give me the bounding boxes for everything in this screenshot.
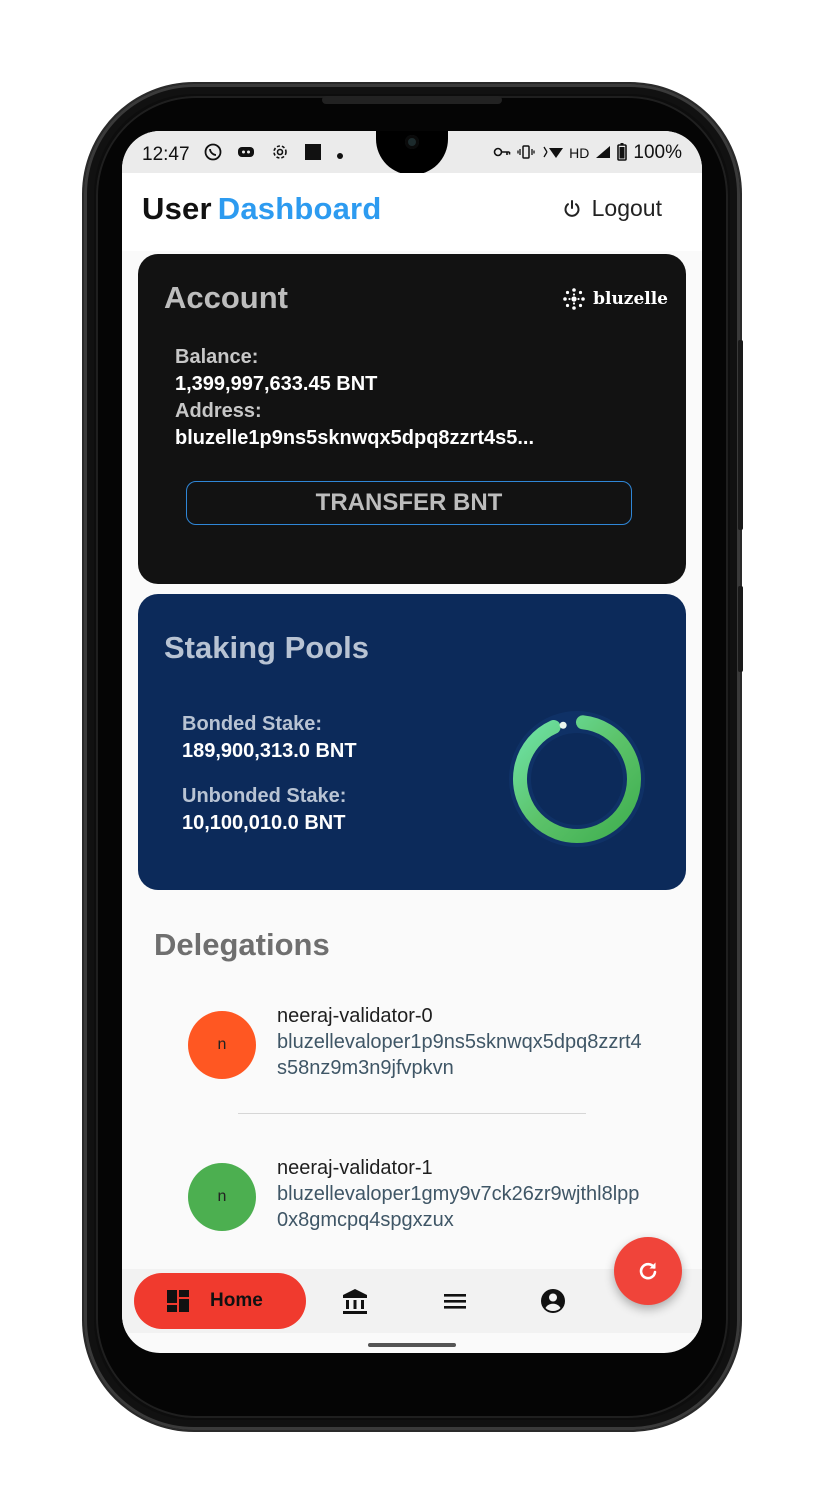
bank-icon[interactable] — [341, 1287, 369, 1315]
validator-name: neeraj-validator-0 — [277, 1005, 433, 1027]
network-type: HD — [569, 145, 590, 161]
bonded-stake-value: 189,900,313.0 BNT — [182, 740, 357, 762]
dashboard-icon — [167, 1290, 189, 1312]
menu-icon[interactable] — [441, 1287, 469, 1315]
list-divider — [238, 1113, 586, 1114]
balance-label: Balance: — [175, 346, 259, 368]
front-camera — [405, 135, 419, 149]
transfer-bnt-button[interactable]: TRANSFER BNT — [186, 481, 632, 525]
page-title-user: User — [142, 191, 212, 226]
account-circle-icon[interactable] — [539, 1287, 567, 1315]
signal-icon — [595, 145, 611, 162]
logout-label: Logout — [591, 195, 662, 221]
staking-title: Staking Pools — [164, 630, 369, 665]
logout-button[interactable]: Logout — [562, 195, 662, 222]
address-value: bluzelle1p9ns5sknwqx5dpq8zzrt4s5... — [175, 427, 535, 449]
staking-pools-card: Staking Pools Bonded Stake: 189,900,313.… — [138, 594, 686, 890]
dot-icon — [336, 144, 344, 166]
battery-percent: 100% — [633, 142, 682, 163]
settings-icon — [270, 142, 290, 168]
refresh-button[interactable] — [614, 1237, 682, 1305]
bluzelle-logo-icon — [563, 288, 585, 310]
page-title-dashboard: Dashboard — [217, 191, 382, 226]
stake-ring-chart — [509, 711, 645, 847]
account-details: Balance: 1,399,997,633.45 BNT Address: b… — [175, 344, 534, 452]
validator-name: neeraj-validator-1 — [277, 1157, 433, 1179]
address-label: Address: — [175, 400, 262, 422]
unbonded-marker — [559, 721, 567, 729]
home-indicator — [368, 1343, 456, 1347]
validator-address: bluzellevaloper1gmy9v7ck26zr9wjthl8lpp0x… — [277, 1183, 640, 1231]
unbonded-stake-label: Unbonded Stake: — [182, 785, 347, 807]
account-title: Account — [164, 280, 288, 315]
bonded-stake-label: Bonded Stake: — [182, 713, 323, 735]
battery-icon — [617, 142, 628, 164]
whatsapp-icon — [204, 143, 222, 167]
refresh-icon — [639, 1262, 657, 1280]
balance-value: 1,399,997,633.45 BNT — [175, 373, 378, 395]
delegations-title: Delegations — [154, 927, 330, 962]
vibrate-icon — [517, 144, 535, 162]
unbonded-stake-value: 10,100,010.0 BNT — [182, 812, 346, 834]
status-bar: 12:47 HD 100% — [122, 131, 702, 175]
brand-name: bluzelle — [593, 289, 668, 309]
power-button — [738, 586, 743, 672]
key-icon — [493, 145, 511, 161]
square-icon — [304, 143, 322, 167]
validator-avatar: n — [188, 1163, 256, 1231]
nav-home-button[interactable]: Home — [134, 1273, 306, 1329]
camera-notch — [376, 131, 448, 175]
nav-home-label: Home — [210, 1290, 263, 1311]
validator-avatar: n — [188, 1011, 256, 1079]
account-card: Account bluzelle Balance: 1,399,997,633.… — [138, 254, 686, 584]
staking-details: Bonded Stake: 189,900,313.0 BNT Unbonded… — [182, 711, 357, 837]
bonded-arc — [513, 715, 641, 843]
bluzelle-logo: bluzelle — [561, 286, 668, 312]
wifi-icon — [541, 145, 564, 162]
speaker-grille — [322, 96, 502, 104]
page-title: User Dashboard — [142, 191, 381, 227]
validator-address: bluzellevaloper1p9ns5sknwqx5dpq8zzrt4s58… — [277, 1031, 642, 1079]
app-screen: 12:47 HD 100% User Dashboard Logout Acco… — [122, 131, 702, 1353]
discord-icon — [236, 144, 256, 166]
power-icon — [564, 199, 580, 217]
status-time: 12:47 — [142, 144, 190, 165]
volume-button — [738, 340, 743, 530]
app-header: User Dashboard Logout — [122, 173, 702, 251]
